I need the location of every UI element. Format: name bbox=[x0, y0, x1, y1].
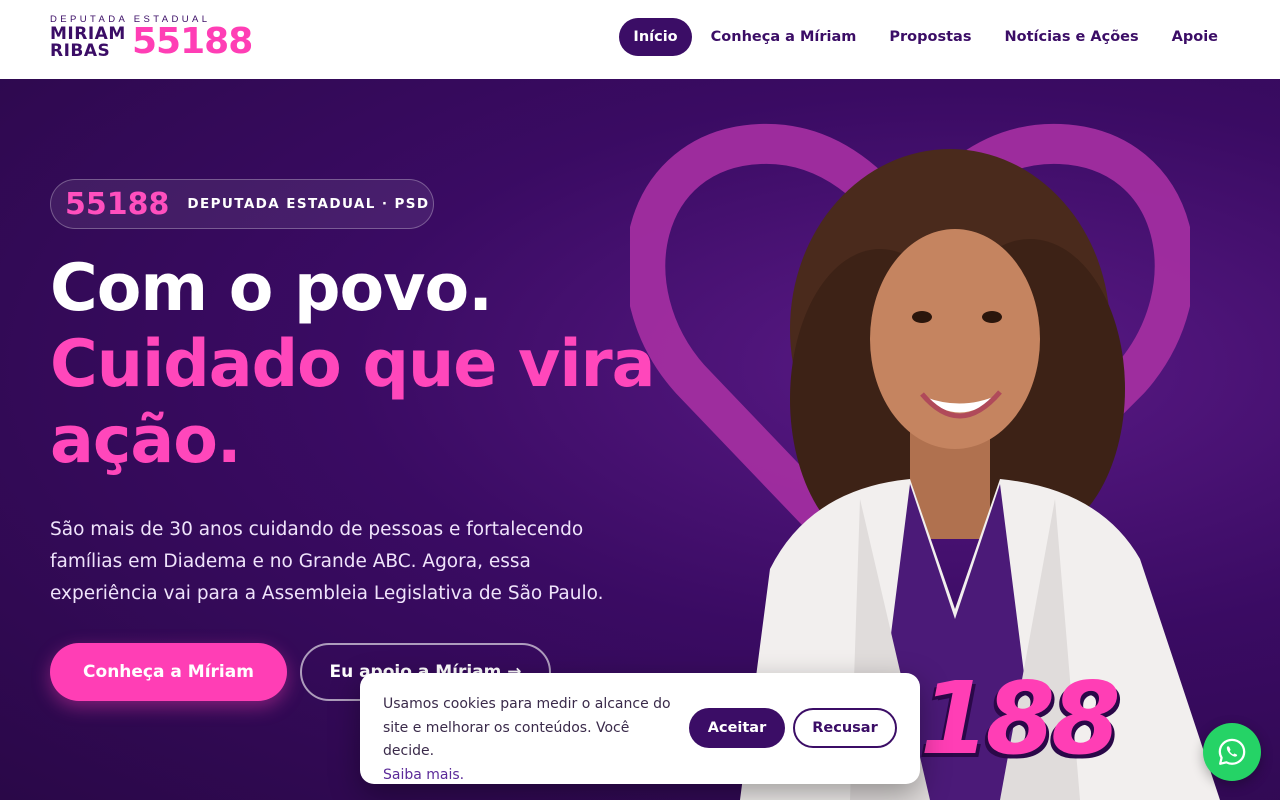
badge-number: 55188 bbox=[65, 186, 170, 222]
nav-item-inicio[interactable]: Início bbox=[619, 18, 692, 56]
cookie-learn-more-link[interactable]: Saiba mais. bbox=[383, 764, 673, 788]
nav-item-propostas[interactable]: Propostas bbox=[875, 18, 985, 56]
logo-number: 55188 bbox=[132, 21, 253, 62]
nav-item-apoie[interactable]: Apoie bbox=[1158, 18, 1232, 56]
main-nav: Início Conheça a Míriam Propostas Notíci… bbox=[614, 18, 1232, 56]
candidate-badge: 55188 DEPUTADA ESTADUAL · PSD bbox=[50, 179, 434, 229]
candidate-number-graphic: 188 bbox=[920, 660, 1121, 777]
cookie-banner: Usamos cookies para medir o alcance do s… bbox=[360, 673, 920, 784]
nav-item-conheca[interactable]: Conheça a Míriam bbox=[697, 18, 871, 56]
headline-line2: Cuidado que vira ação. bbox=[50, 327, 656, 478]
badge-text: DEPUTADA ESTADUAL · PSD bbox=[187, 196, 430, 212]
nav-item-noticias[interactable]: Notícias e Ações bbox=[990, 18, 1152, 56]
hero-lead: São mais de 30 anos cuidando de pessoas … bbox=[50, 519, 604, 604]
cookie-accept-button[interactable]: Aceitar bbox=[689, 708, 785, 748]
whatsapp-button[interactable] bbox=[1203, 723, 1261, 781]
logo-name-line2: RIBAS bbox=[50, 41, 111, 61]
site-header: DEPUTADA ESTADUAL MIRIAM RIBAS 55188 Iní… bbox=[0, 0, 1280, 79]
logo-name: MIRIAM RIBAS bbox=[50, 26, 126, 60]
whatsapp-icon bbox=[1218, 738, 1246, 765]
hero-headline: Com o povo. Cuidado que vira ação. bbox=[50, 251, 670, 479]
cookie-message: Usamos cookies para medir o alcance do s… bbox=[383, 696, 671, 759]
cookie-reject-button[interactable]: Recusar bbox=[793, 708, 897, 748]
cookie-text-block: Usamos cookies para medir o alcance do s… bbox=[383, 693, 673, 787]
conheca-miriam-button[interactable]: Conheça a Míriam bbox=[50, 643, 287, 701]
headline-line1: Com o povo. bbox=[50, 251, 493, 326]
site-logo[interactable]: DEPUTADA ESTADUAL MIRIAM RIBAS 55188 bbox=[50, 14, 253, 64]
